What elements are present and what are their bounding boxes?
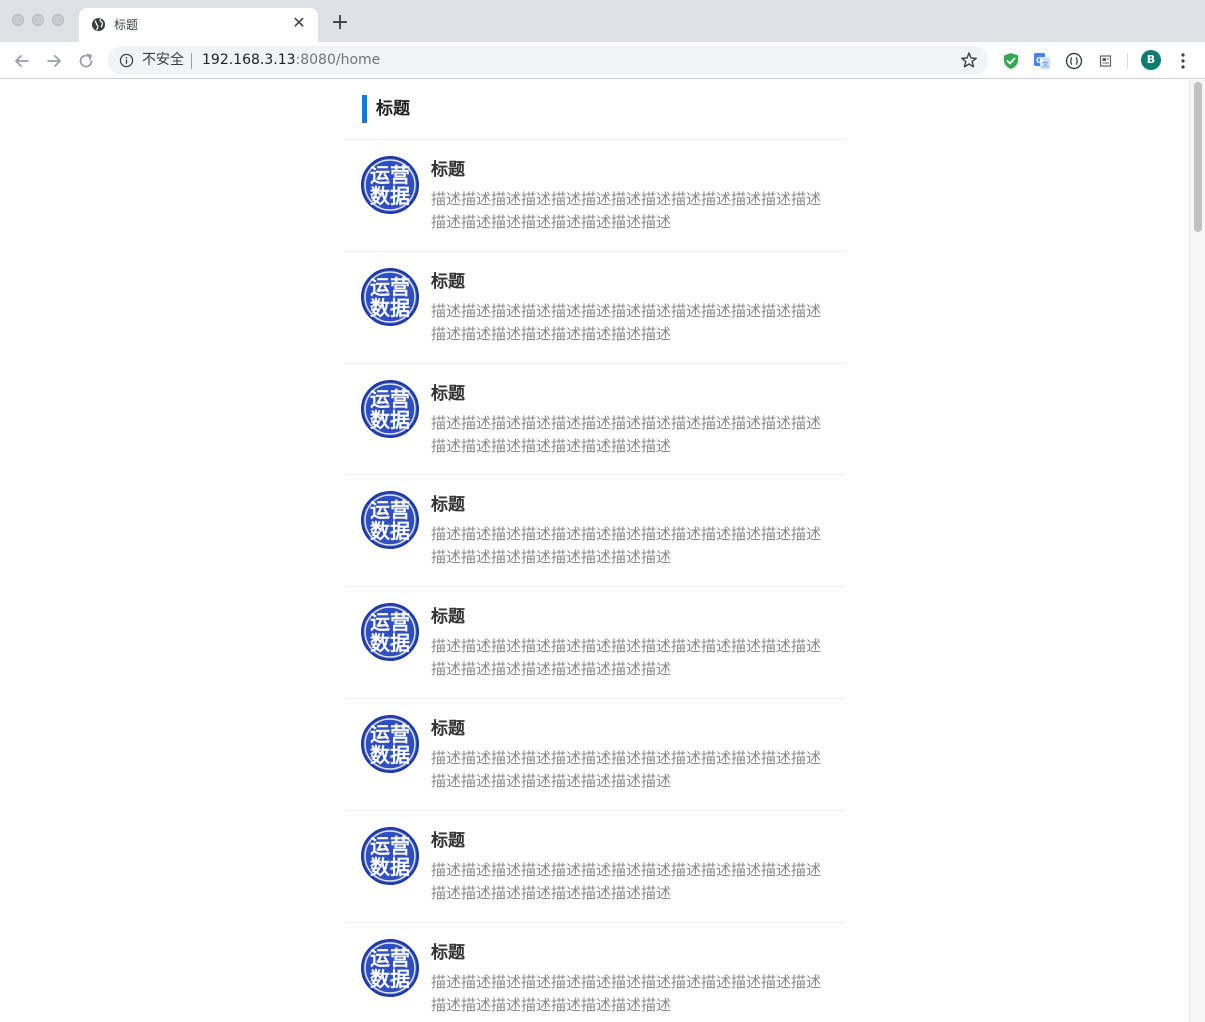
item-title: 标题: [431, 160, 465, 180]
omnibox-divider: [191, 53, 192, 69]
logo-seal: 运营 数据: [364, 606, 416, 658]
item-description: 描述描述描述描述描述描述描述描述描述描述描述描述描述描述描述描述描述描述描述描述…: [431, 860, 822, 902]
list-item[interactable]: 运营 数据 标题 描述描述描述描述描述描述描述描述描述描述描述描述描述描述描述描…: [345, 699, 845, 811]
window-zoom-dot[interactable]: [52, 14, 64, 26]
item-logo-image: 运营 数据: [361, 603, 419, 662]
svg-text:数据: 数据: [370, 855, 410, 879]
item-logo-image: 运营 数据: [361, 714, 419, 773]
back-arrow-icon[interactable]: [11, 50, 33, 72]
item-description: 描述描述描述描述描述描述描述描述描述描述描述描述描述描述描述描述描述描述描述描述…: [431, 637, 822, 679]
item-logo-image: 运营 数据: [361, 267, 419, 326]
profile-avatar[interactable]: B: [1141, 50, 1161, 70]
globe-icon: [91, 17, 106, 32]
translate-icon[interactable]: G 文: [1032, 51, 1052, 71]
logo-seal: 运营 数据: [364, 159, 416, 211]
logo-seal: 运营 数据: [364, 494, 416, 547]
svg-text:数据: 数据: [370, 631, 410, 655]
security-label: 不安全: [142, 52, 184, 68]
section-title: 标题: [376, 99, 410, 119]
item-logo-image: 运营 数据: [361, 826, 419, 885]
window-close-dot[interactable]: [12, 14, 24, 26]
svg-text:数据: 数据: [370, 184, 410, 208]
item-title: 标题: [431, 495, 465, 516]
item-title: 标题: [431, 942, 465, 963]
item-logo-image: 运营 数据: [361, 491, 419, 550]
url-host: 192.168.3.13: [202, 52, 296, 68]
logo-seal: 运营 数据: [364, 830, 416, 882]
list-item[interactable]: 运营 数据 标题 描述描述描述描述描述描述描述描述描述描述描述描述描述描述描述描…: [345, 140, 845, 252]
item-logo-image: 运营 数据: [361, 379, 419, 438]
item-description: 描述描述描述描述描述描述描述描述描述描述描述描述描述描述描述描述描述描述描述描述…: [431, 190, 822, 231]
toolbar-divider: [1127, 53, 1128, 69]
more-vertical-icon[interactable]: [1176, 51, 1190, 71]
list-item[interactable]: 运营 数据 标题 描述描述描述描述描述描述描述描述描述描述描述描述描述描述描述描…: [345, 475, 845, 588]
tab-title: 标题: [114, 18, 139, 32]
logo-seal: 运营 数据: [364, 941, 416, 994]
svg-text:数据: 数据: [370, 967, 410, 991]
tab-close-icon[interactable]: ✕: [290, 14, 308, 32]
page-viewport: 标题 运营 数据 标题 描述描述描述描述描述描述描述描述描述描述描述描述描述描述…: [0, 80, 1205, 1022]
item-description: 描述描述描述描述描述描述描述描述描述描述描述描述描述描述描述描述描述描述描述描述…: [431, 748, 822, 790]
item-logo-image: 运营 数据: [361, 156, 419, 214]
vertical-scrollbar[interactable]: [1189, 80, 1205, 1022]
svg-text:数据: 数据: [370, 296, 410, 320]
browser-tab[interactable]: 标题 ✕: [79, 8, 318, 42]
item-title: 标题: [431, 718, 465, 739]
item-title: 标题: [431, 607, 465, 628]
content-container: 标题 运营 数据 标题 描述描述描述描述描述描述描述描述描述描述描述描述描述描述…: [345, 80, 845, 1022]
url-text[interactable]: 192.168.3.13:8080/home: [202, 52, 380, 69]
item-title: 标题: [431, 383, 465, 404]
svg-text:数据: 数据: [370, 408, 410, 432]
logo-seal: 运营 数据: [364, 271, 416, 323]
item-title: 标题: [431, 271, 465, 292]
item-list: 运营 数据 标题 描述描述描述描述描述描述描述描述描述描述描述描述描述描述描述描…: [345, 140, 845, 1022]
bookmark-star-icon[interactable]: [960, 51, 978, 69]
tab-strip: 标题 ✕ +: [0, 0, 1205, 42]
address-bar[interactable]: 不安全 192.168.3.13:8080/home: [108, 46, 988, 75]
item-description: 描述描述描述描述描述描述描述描述描述描述描述描述描述描述描述描述描述描述描述描述…: [431, 413, 822, 455]
reader-mode-icon[interactable]: [1096, 51, 1116, 71]
section-accent-bar: [362, 95, 367, 123]
list-item[interactable]: 运营 数据 标题 描述描述描述描述描述描述描述描述描述描述描述描述描述描述描述描…: [345, 364, 845, 476]
list-item[interactable]: 运营 数据 标题 描述描述描述描述描述描述描述描述描述描述描述描述描述描述描述描…: [345, 923, 845, 1022]
reload-icon[interactable]: [75, 50, 97, 72]
item-logo-image: 运营 数据: [361, 938, 419, 997]
url-path: :8080/home: [295, 52, 381, 68]
logo-seal: 运营 数据: [364, 718, 416, 770]
new-tab-plus-icon[interactable]: +: [329, 12, 351, 34]
shield-check-icon[interactable]: [1001, 51, 1021, 71]
browser-toolbar: 不安全 192.168.3.13:8080/home G 文 B: [0, 42, 1205, 79]
svg-text:文: 文: [1042, 60, 1049, 69]
list-item[interactable]: 运营 数据 标题 描述描述描述描述描述描述描述描述描述描述描述描述描述描述描述描…: [345, 252, 845, 364]
item-description: 描述描述描述描述描述描述描述描述描述描述描述描述描述描述描述描述描述描述描述描述…: [431, 972, 822, 1014]
code-brackets-icon[interactable]: [1064, 51, 1084, 71]
list-item[interactable]: 运营 数据 标题 描述描述描述描述描述描述描述描述描述描述描述描述描述描述描述描…: [345, 587, 845, 699]
forward-arrow-icon[interactable]: [43, 50, 65, 72]
item-title: 标题: [431, 830, 465, 851]
svg-text:数据: 数据: [370, 743, 410, 767]
scrollbar-thumb[interactable]: [1194, 82, 1202, 232]
list-item[interactable]: 运营 数据 标题 描述描述描述描述描述描述描述描述描述描述描述描述描述描述描述描…: [345, 811, 845, 923]
svg-text:数据: 数据: [370, 519, 410, 543]
logo-seal: 运营 数据: [364, 382, 416, 435]
item-description: 描述描述描述描述描述描述描述描述描述描述描述描述描述描述描述描述描述描述描述描述…: [431, 301, 822, 343]
section-header: 标题: [345, 80, 845, 140]
info-icon[interactable]: [119, 53, 134, 68]
window-minimize-dot[interactable]: [32, 14, 44, 26]
item-description: 描述描述描述描述描述描述描述描述描述描述描述描述描述描述描述描述描述描述描述描述…: [431, 525, 822, 567]
